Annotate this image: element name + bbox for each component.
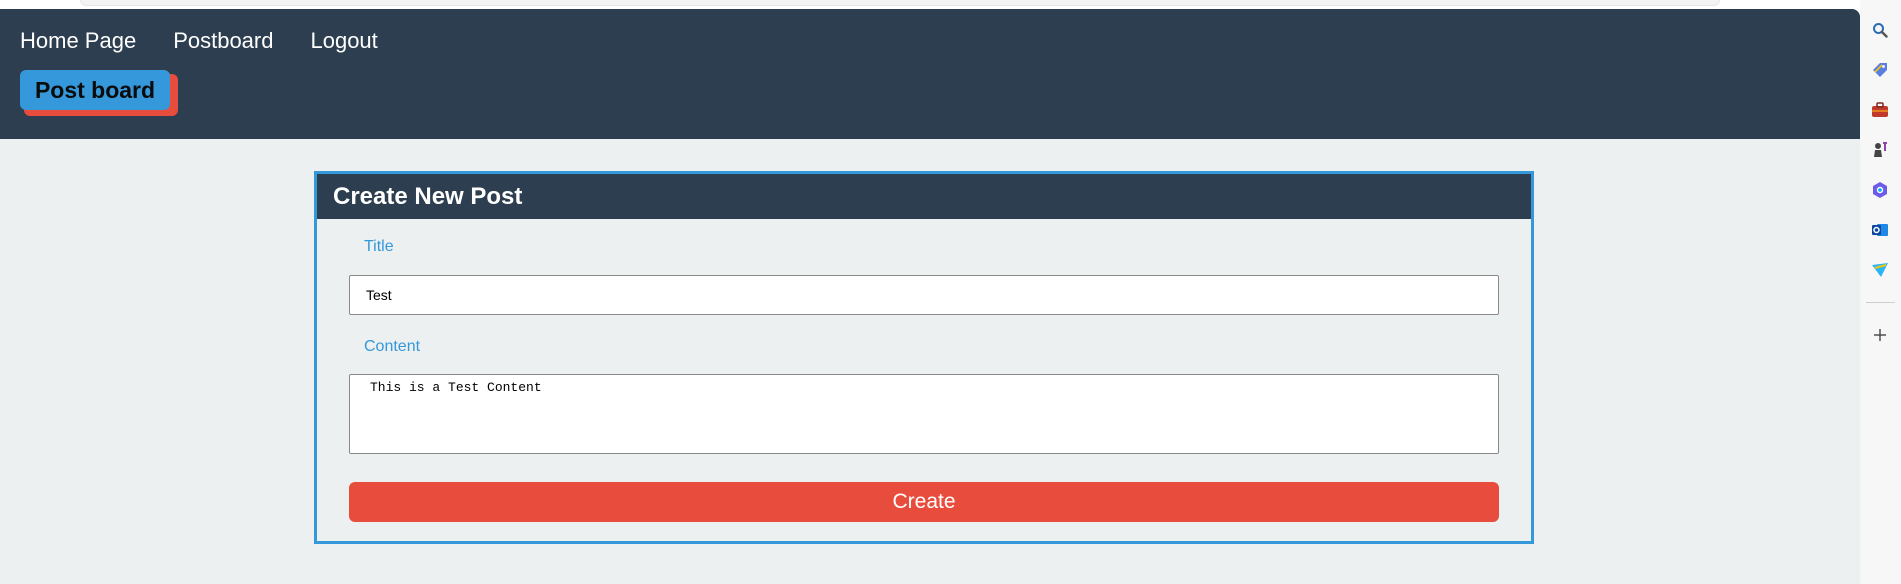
add-icon[interactable] xyxy=(1870,325,1890,345)
tag-icon[interactable] xyxy=(1870,60,1890,80)
briefcase-icon[interactable] xyxy=(1870,100,1890,120)
outlook-icon[interactable] xyxy=(1870,220,1890,240)
address-bar-strip xyxy=(80,0,1720,6)
form-title: Create New Post xyxy=(333,182,523,210)
title-input[interactable]: Test xyxy=(349,275,1499,315)
nav-link-logout[interactable]: Logout xyxy=(310,28,377,54)
form-header: Create New Post xyxy=(317,174,1531,219)
title-label: Title xyxy=(364,238,394,255)
content-label: Content xyxy=(364,338,421,355)
brand-label: Post board xyxy=(20,70,170,110)
page-viewport: Home Page Postboard Logout Post board Cr… xyxy=(0,9,1860,584)
search-icon[interactable] xyxy=(1870,20,1890,40)
site-header: Home Page Postboard Logout Post board xyxy=(0,9,1860,139)
create-button[interactable]: Create xyxy=(349,482,1499,522)
nav-link-home[interactable]: Home Page xyxy=(20,28,136,54)
send-icon[interactable] xyxy=(1870,260,1890,280)
nav-link-postboard[interactable]: Postboard xyxy=(173,28,273,54)
copilot-icon[interactable] xyxy=(1870,180,1890,200)
create-post-form: Create New Post Title Test Content This … xyxy=(314,171,1534,544)
sidebar-divider xyxy=(1866,302,1895,303)
browser-sidebar xyxy=(1860,0,1901,584)
chess-icon[interactable] xyxy=(1870,140,1890,160)
main-nav: Home Page Postboard Logout xyxy=(20,28,378,54)
browser-top-bar xyxy=(0,0,1860,9)
content-textarea[interactable]: This is a Test Content xyxy=(349,374,1499,454)
brand-logo[interactable]: Post board xyxy=(20,70,178,116)
